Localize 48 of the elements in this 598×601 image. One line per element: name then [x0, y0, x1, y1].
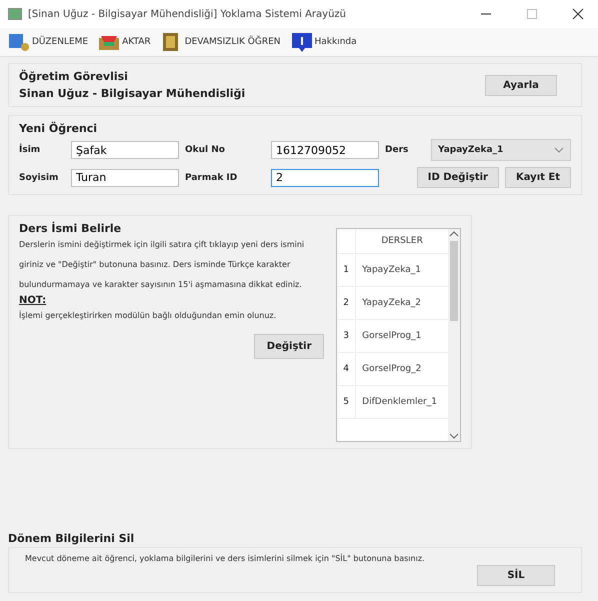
row-number: 2	[337, 287, 356, 319]
column-header: DERSLER	[380, 236, 424, 246]
info-icon	[290, 32, 313, 52]
chevron-icon	[554, 147, 564, 153]
row-number: 1	[337, 254, 356, 286]
delete-instruction: Mevcut döneme ait öğrenci, yoklama bilgilerini ve ders isimlerini silmek için "SİL" butonuna basınız.	[25, 554, 426, 563]
field-label: Ders	[385, 145, 410, 155]
input-field[interactable]: 2	[271, 168, 379, 186]
scroll-down-icon[interactable]	[449, 433, 459, 439]
scrollbar[interactable]	[448, 229, 460, 441]
instruction-text: Derslerin ismini değiştirmek için ilgili satıra çift tıklayıp yeni ders ismini giriniz ve "Değiştir" butonuna basınız. Ders isminde Türkçe karakter bulundurmamaya ve karakter sayısının 15'i aşmamasına dikkat ediniz.	[19, 239, 306, 291]
table-cell[interactable]: YapayZeka_1	[356, 265, 421, 275]
window-title: [Sinan Uğuz - Bilgisayar Mühendisliği] Yoklama Sistemi Arayüzü	[28, 8, 346, 20]
row-number: 3	[337, 320, 356, 352]
toolbar-button[interactable]: AKTAR	[98, 30, 151, 54]
toolbar-button[interactable]: Hakkında	[290, 30, 357, 54]
table-cell[interactable]: YapayZeka_2	[356, 298, 421, 308]
toolbar-button[interactable]: DEVAMSIZLIK ÖĞREN	[160, 30, 281, 54]
delete-button[interactable]: SİL	[477, 565, 555, 586]
instructor-name: Sinan Uğuz - Bilgisayar Mühendisliği	[19, 87, 246, 100]
row-number: 4	[337, 353, 356, 385]
app-icon	[8, 8, 22, 20]
settings-button[interactable]: Ayarla	[485, 74, 557, 96]
action-button[interactable]: ID Değiştir	[416, 167, 499, 188]
action-button[interactable]: Kayıt Et	[504, 167, 571, 188]
input-field[interactable]: Şafak	[71, 141, 179, 159]
section-heading: Dönem Bilgilerini Sil	[8, 532, 136, 545]
scroll-up-icon[interactable]	[449, 231, 459, 237]
row-number: 5	[337, 386, 356, 418]
field-label: Okul No	[185, 145, 226, 155]
section-heading: Öğretim Görevlisi	[19, 70, 129, 83]
input-field[interactable]: 1612709052	[271, 141, 379, 159]
field-label: Soyisim	[19, 172, 60, 182]
close-icon[interactable]	[572, 8, 584, 20]
toolbar-button[interactable]: DÜZENLEME	[8, 30, 88, 54]
table-cell[interactable]: DifDenklemler_1	[356, 397, 437, 407]
table-cell[interactable]: GorselProg_2	[356, 364, 422, 374]
field-label: İsim	[19, 145, 42, 155]
field-label: Parmak ID	[185, 172, 238, 182]
section-heading: Ders İsmi Belirle	[19, 222, 122, 235]
note-heading: NOT:	[19, 295, 48, 306]
input-field[interactable]: Turan	[71, 168, 179, 186]
section-heading: Yeni Öğrenci	[19, 122, 98, 135]
table-cell[interactable]: GorselProg_1	[356, 331, 422, 341]
note-text: İşlemi gerçekleştirirken modülün bağlı olduğundan emin olunuz.	[19, 310, 278, 322]
change-button[interactable]: Değiştir	[254, 334, 324, 359]
course-dropdown[interactable]: YapayZeka_1	[431, 139, 571, 161]
document-icon	[8, 32, 30, 52]
